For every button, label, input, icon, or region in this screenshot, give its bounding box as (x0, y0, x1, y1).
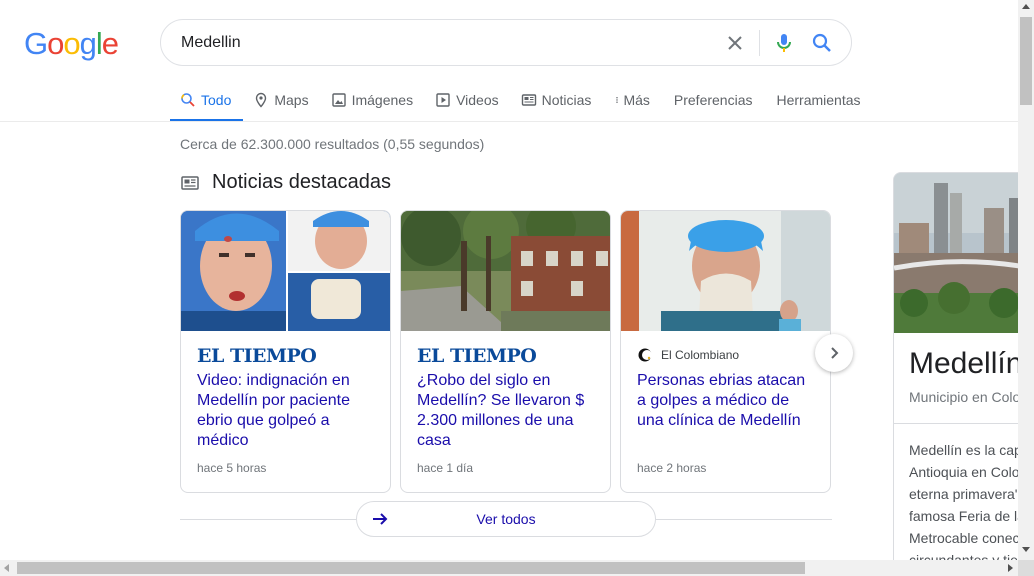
chevron-right-icon (831, 347, 839, 359)
see-all-label: Ver todos (476, 511, 536, 527)
more-vert-icon (616, 97, 619, 103)
newspaper-icon (181, 175, 199, 190)
image-icon (331, 93, 346, 107)
news-headline[interactable]: Video: indignación en Medellín por pacie… (197, 371, 377, 451)
news-time: hace 5 horas (197, 461, 267, 475)
tab-mas[interactable]: Más (603, 84, 661, 116)
tab-label: Herramientas (776, 92, 861, 108)
microphone-icon[interactable] (772, 31, 796, 55)
tab-label: Todo (201, 92, 232, 108)
divider-line (656, 519, 832, 520)
newspaper-icon (521, 94, 536, 106)
scroll-up-arrow-icon[interactable] (1022, 4, 1030, 9)
logo-letter: o (63, 26, 80, 61)
google-logo[interactable]: Google (24, 26, 119, 62)
top-stories-title: Noticias destacadas (212, 171, 391, 193)
tab-noticias[interactable]: Noticias (511, 84, 604, 116)
scroll-right-arrow-icon[interactable] (1008, 564, 1013, 572)
map-pin-icon (256, 92, 267, 108)
tab-imagenes[interactable]: Imágenes (321, 84, 425, 116)
tab-videos[interactable]: Videos (425, 84, 511, 116)
knowledge-panel-image[interactable] (894, 173, 1034, 333)
news-source: EL TIEMPO (197, 345, 317, 367)
vertical-scrollbar[interactable] (1018, 0, 1034, 560)
news-thumbnail (621, 211, 830, 331)
knowledge-panel-title: Medellín (909, 347, 1023, 380)
result-stats: Cerca de 62.300.000 resultados (0,55 seg… (180, 136, 485, 152)
news-card[interactable]: EL TIEMPO ¿Robo del siglo en Medellín? S… (400, 210, 611, 493)
top-stories-header: Noticias destacadas (180, 171, 391, 194)
news-thumbnail (401, 211, 610, 331)
description-line: Antioquia en Colombia, (909, 464, 1034, 480)
search-divider (759, 30, 760, 56)
horizontal-scrollbar-thumb[interactable] (17, 562, 805, 574)
logo-letter: G (24, 26, 48, 61)
close-icon[interactable] (723, 31, 747, 55)
tab-label: Videos (456, 92, 499, 108)
horizontal-scrollbar[interactable] (0, 560, 1018, 576)
tab-label: Más (623, 92, 650, 108)
search-tabs: Todo Maps Imágenes Videos Noticias Más P… (170, 84, 873, 122)
description-line: famosa Feria de las Flores (909, 508, 1034, 524)
tab-label: Imágenes (351, 92, 414, 108)
carousel-next-button[interactable] (815, 334, 853, 372)
description-line: Medellín es la capital de (909, 442, 1034, 458)
search-box[interactable]: Medellin (160, 19, 852, 66)
search-input[interactable]: Medellin (181, 34, 241, 52)
header-divider (0, 121, 1018, 122)
logo-letter: g (79, 26, 97, 61)
news-headline[interactable]: ¿Robo del siglo en Medellín? Se llevaron… (417, 371, 597, 451)
vertical-scrollbar-thumb[interactable] (1020, 17, 1032, 105)
tab-preferencias[interactable]: Preferencias (662, 84, 765, 116)
logo-letter: e (101, 26, 119, 61)
search-icon (181, 93, 195, 107)
search-icon[interactable] (810, 31, 834, 55)
tab-herramientas[interactable]: Herramientas (764, 84, 872, 116)
scroll-down-arrow-icon[interactable] (1022, 547, 1030, 552)
logo-letter: o (47, 26, 64, 61)
description-line: eterna primavera", es (909, 486, 1034, 502)
divider-line (180, 519, 356, 520)
tab-maps[interactable]: Maps (243, 84, 320, 116)
news-card[interactable]: El Colombiano Personas ebrias atacan a g… (620, 210, 831, 493)
tab-label: Noticias (541, 92, 592, 108)
news-time: hace 1 día (417, 461, 474, 475)
news-headline[interactable]: Personas ebrias atacan a golpes a médico… (637, 371, 817, 431)
tab-todo[interactable]: Todo (170, 84, 244, 122)
el-colombiano-logo-icon (638, 348, 652, 362)
tab-label: Maps (274, 92, 309, 108)
knowledge-panel-description: Medellín es la capital de Antioquia en C… (909, 439, 1034, 571)
news-source-row: El Colombiano (637, 347, 739, 363)
knowledge-panel-divider (894, 423, 1034, 424)
play-icon (436, 93, 450, 107)
news-card[interactable]: EL TIEMPO Video: indignación en Medellín… (180, 210, 391, 493)
scrollbar-corner (1018, 560, 1034, 576)
page: Google Medellin Todo Maps Imágenes Video… (0, 0, 1034, 576)
tab-label: Preferencias (673, 92, 753, 108)
knowledge-panel: Medellín Municipio en Colombia Medellín … (893, 172, 1034, 576)
description-line: Metrocable conecta (909, 530, 1032, 546)
news-time: hace 2 horas (637, 461, 707, 475)
news-source: El Colombiano (661, 348, 740, 362)
see-all-button[interactable]: Ver todos (356, 501, 656, 537)
news-source: EL TIEMPO (417, 345, 537, 367)
news-thumbnail (181, 211, 390, 331)
scroll-left-arrow-icon[interactable] (4, 564, 9, 572)
knowledge-panel-subtitle: Municipio en Colombia (909, 389, 1034, 405)
